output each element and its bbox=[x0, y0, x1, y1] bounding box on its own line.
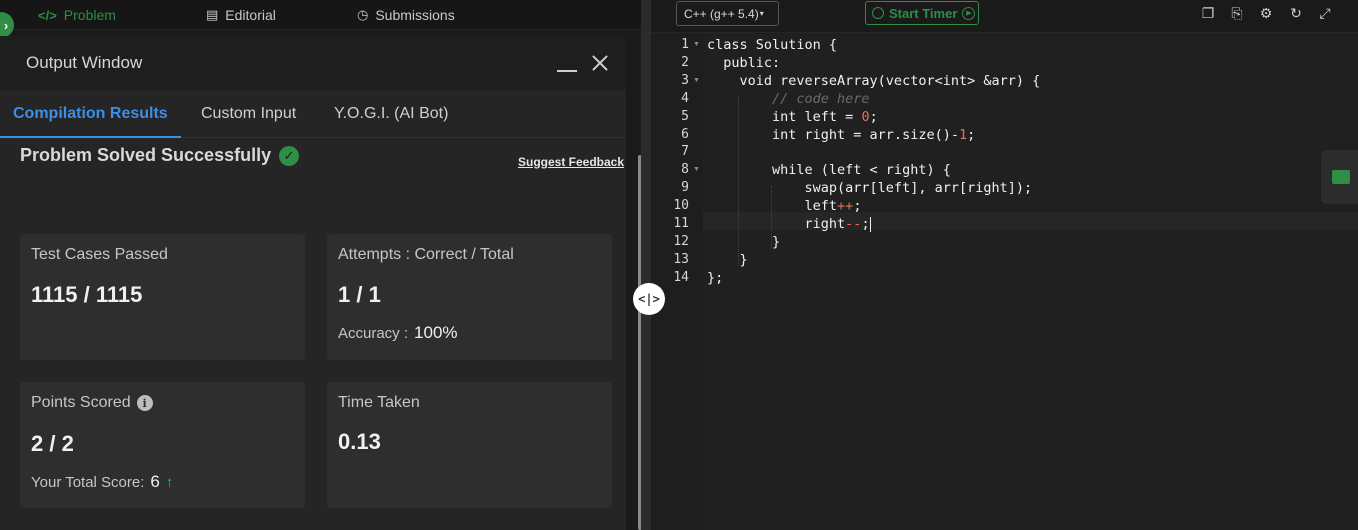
line-number-gutter: 1 ▼ 2 3 ▼ 4 5 6 7 8 ▼ 9 10 11 12 13 14 bbox=[651, 34, 703, 530]
problem-nav: </> Problem ▤ Editorial ◷ Submissions bbox=[0, 0, 641, 30]
accuracy-label: Accuracy : bbox=[338, 324, 409, 342]
resize-arrows-icon: <|> bbox=[638, 292, 660, 306]
points-label-row: Points Scored i bbox=[31, 394, 153, 412]
editor-toolbar: C++ (g++ 5.4) ▾ Start Timer ▶ ❐ ⎘ ⚙ ↻ ⤢ bbox=[651, 0, 1358, 33]
line-number: 7 bbox=[681, 144, 689, 160]
tab-submissions[interactable]: ◷ Submissions bbox=[357, 0, 455, 30]
check-circle-icon: ✓ bbox=[279, 145, 300, 166]
active-tab-indicator bbox=[0, 136, 181, 138]
code-editor[interactable]: class Solution { public: void reverseArr… bbox=[703, 34, 1358, 530]
test-cases-label: Test Cases Passed bbox=[31, 246, 168, 263]
line-number: 10 bbox=[673, 198, 689, 214]
upload-file-icon[interactable]: ⎘ bbox=[1229, 5, 1245, 21]
chat-button[interactable] bbox=[1321, 150, 1358, 204]
fold-arrow-icon[interactable]: ▼ bbox=[693, 77, 700, 84]
chevron-down-icon: ▾ bbox=[759, 9, 764, 18]
clock-icon: ◷ bbox=[357, 7, 369, 22]
time-taken-value: 0.13 bbox=[338, 429, 381, 454]
arrow-up-icon: ↑ bbox=[165, 473, 174, 491]
code-line: int right = arr.size()-1; bbox=[707, 126, 976, 143]
output-window-header: Output Window bbox=[0, 36, 626, 90]
left-pane: </> Problem ▤ Editorial ◷ Submissions › … bbox=[0, 0, 642, 530]
line-number: 14 bbox=[673, 269, 689, 285]
pane-divider[interactable] bbox=[641, 0, 651, 530]
attempts-card: Attempts : Correct / Total 1 / 1 Accurac… bbox=[327, 234, 612, 360]
attempts-label: Attempts : Correct / Total bbox=[338, 246, 514, 263]
code-line: public: bbox=[707, 54, 781, 71]
time-taken-label: Time Taken bbox=[338, 394, 420, 411]
tab-submissions-label: Submissions bbox=[375, 7, 455, 23]
code-line: while (left < right) { bbox=[707, 162, 951, 179]
info-icon[interactable]: i bbox=[136, 395, 153, 411]
language-select-value: C++ (g++ 5.4) bbox=[684, 6, 759, 21]
tab-problem[interactable]: </> Problem bbox=[38, 0, 116, 30]
minimize-icon[interactable] bbox=[557, 58, 577, 72]
code-icon: </> bbox=[38, 7, 57, 23]
tab-editorial[interactable]: ▤ Editorial bbox=[206, 0, 276, 30]
copy-icon[interactable]: ❐ bbox=[1200, 5, 1216, 21]
editor-pane: C++ (g++ 5.4) ▾ Start Timer ▶ ❐ ⎘ ⚙ ↻ ⤢ … bbox=[651, 0, 1358, 530]
accuracy-value: 100% bbox=[414, 323, 458, 342]
points-card: Points Scored i 2 / 2 Your Total Score: … bbox=[20, 382, 305, 508]
line-number: 11 bbox=[673, 216, 689, 231]
attempts-value: 1 / 1 bbox=[338, 282, 381, 307]
code-line: left++; bbox=[707, 198, 862, 215]
points-value: 2 / 2 bbox=[31, 431, 74, 456]
line-number: 9 bbox=[681, 180, 689, 196]
line-number: 5 bbox=[681, 108, 689, 124]
tab-custom-input[interactable]: Custom Input bbox=[201, 105, 296, 123]
result-heading-text: Problem Solved Successfully bbox=[20, 145, 272, 165]
tab-yogi-ai-bot[interactable]: Y.O.G.I. (AI Bot) bbox=[334, 105, 448, 123]
points-label: Points Scored bbox=[31, 394, 131, 411]
close-icon[interactable] bbox=[589, 52, 611, 74]
line-number: 13 bbox=[673, 251, 689, 267]
fold-arrow-icon[interactable]: ▼ bbox=[693, 41, 700, 48]
total-score-label: Your Total Score: bbox=[31, 473, 145, 491]
start-timer-button[interactable]: Start Timer ▶ bbox=[865, 1, 979, 25]
line-number: 1 bbox=[681, 37, 689, 52]
language-select[interactable]: C++ (g++ 5.4) ▾ bbox=[676, 1, 779, 26]
time-taken-card: Time Taken 0.13 bbox=[327, 382, 612, 508]
tab-compilation-results[interactable]: Compilation Results bbox=[13, 105, 168, 123]
code-line: int left = 0; bbox=[707, 108, 878, 125]
result-heading: Problem Solved Successfully ✓ bbox=[20, 145, 300, 166]
start-timer-label: Start Timer bbox=[889, 5, 958, 21]
code-line: } bbox=[707, 251, 748, 268]
total-score-row: Your Total Score: 6 ↑ bbox=[31, 472, 173, 492]
code-line: right--; bbox=[707, 216, 871, 232]
timer-icon bbox=[872, 7, 884, 19]
reset-icon[interactable]: ↻ bbox=[1288, 5, 1304, 21]
code-line: class Solution { bbox=[707, 37, 838, 53]
code-line: } bbox=[707, 233, 781, 250]
output-tabs: Compilation Results Custom Input Y.O.G.I… bbox=[0, 90, 626, 138]
fullscreen-icon[interactable]: ⤢ bbox=[1317, 5, 1333, 21]
total-score-value: 6 bbox=[150, 472, 160, 491]
code-line: void reverseArray(vector<int> &arr) { bbox=[707, 72, 1041, 89]
line-number: 6 bbox=[681, 126, 689, 142]
code-line: // code here bbox=[772, 90, 870, 107]
line-number: 4 bbox=[681, 90, 689, 106]
text-cursor bbox=[869, 216, 871, 232]
document-icon: ▤ bbox=[206, 7, 219, 22]
fold-arrow-icon[interactable]: ▼ bbox=[693, 166, 700, 173]
resize-handle[interactable]: <|> bbox=[633, 283, 665, 315]
line-number: 2 bbox=[681, 54, 689, 70]
code-line: }; bbox=[707, 269, 724, 286]
test-cases-card: Test Cases Passed 1115 / 1115 bbox=[20, 234, 305, 360]
code-line: swap(arr[left], arr[right]); bbox=[707, 180, 1033, 197]
line-number: 12 bbox=[673, 233, 689, 249]
tab-problem-label: Problem bbox=[63, 7, 116, 23]
line-number: 8 bbox=[681, 162, 689, 178]
accuracy-row: Accuracy : 100% bbox=[338, 323, 458, 343]
output-window-title: Output Window bbox=[26, 53, 143, 72]
play-icon: ▶ bbox=[962, 6, 976, 20]
chevron-right-icon: › bbox=[3, 17, 9, 33]
suggest-feedback-link[interactable]: Suggest Feedback bbox=[518, 155, 624, 169]
tab-editorial-label: Editorial bbox=[225, 7, 276, 23]
chat-icon bbox=[1332, 170, 1350, 184]
line-number: 3 bbox=[681, 72, 689, 88]
settings-icon[interactable]: ⚙ bbox=[1258, 5, 1274, 21]
test-cases-value: 1115 / 1115 bbox=[31, 282, 143, 307]
